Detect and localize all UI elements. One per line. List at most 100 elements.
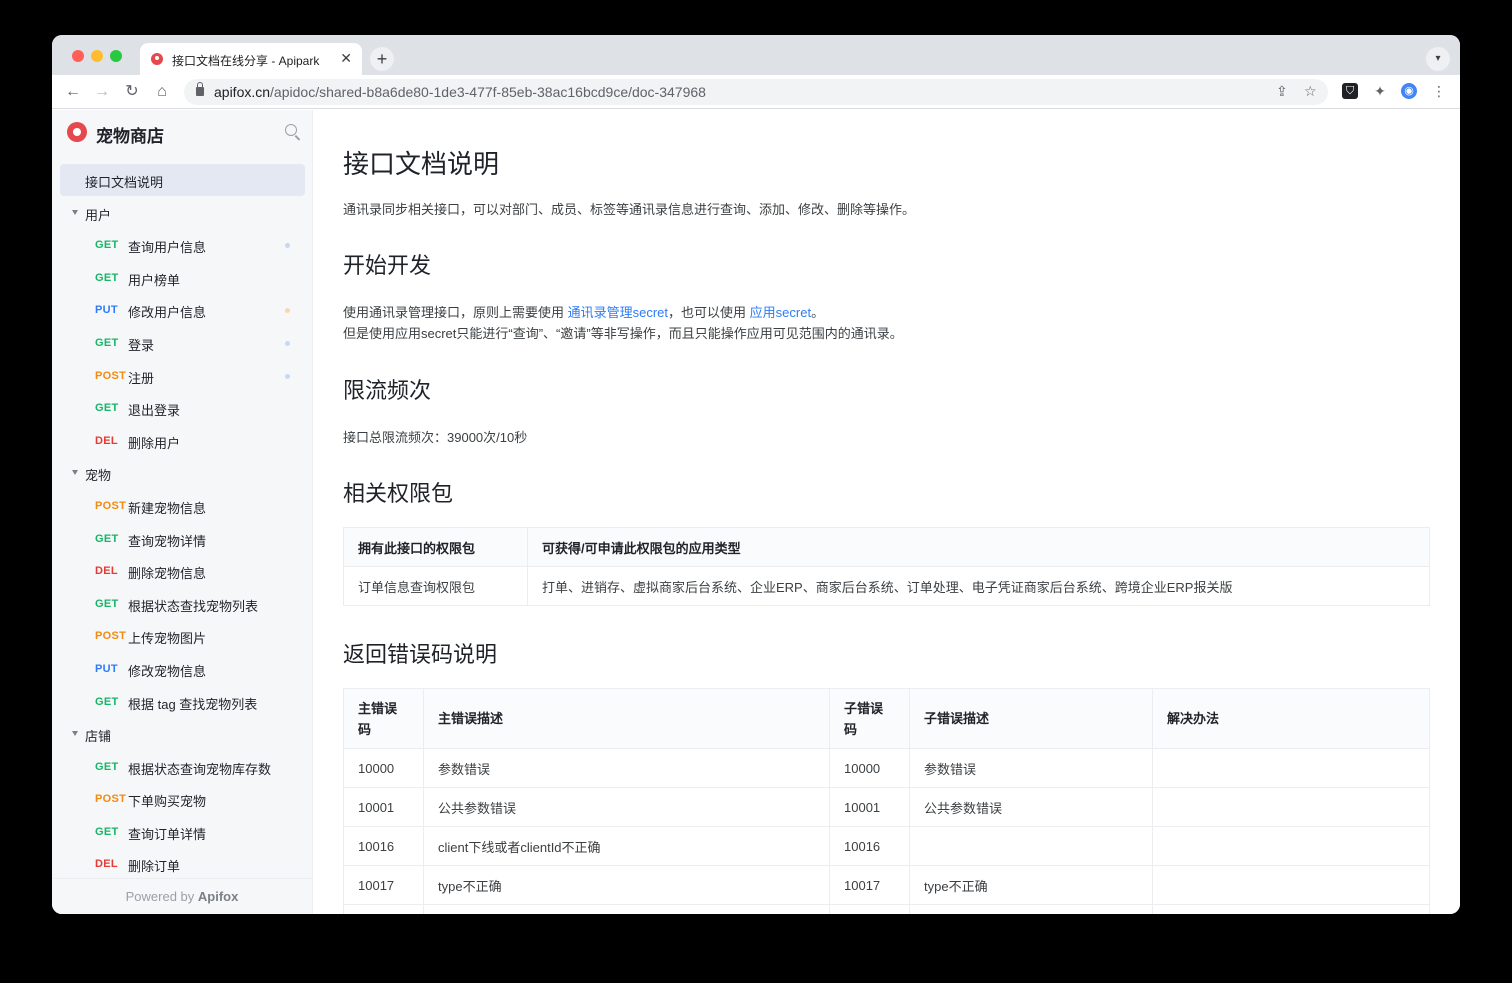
http-method-badge: POST: [95, 630, 127, 643]
sidebar-item-endpoint[interactable]: DEL 删除宠物信息: [52, 555, 312, 588]
section-title-error-codes: 返回错误码说明: [343, 642, 498, 667]
sidebar-group-0[interactable]: 用户: [52, 197, 312, 230]
sidebar-item-label: 删除宠物信息: [128, 566, 207, 582]
reload-icon[interactable]: ↻: [121, 81, 143, 103]
sidebar-item-endpoint[interactable]: GET 查询宠物详情: [52, 523, 312, 556]
section-title-start: 开始开发: [343, 253, 432, 278]
table-cell: [1152, 904, 1430, 914]
tab-close-icon[interactable]: ✕: [340, 50, 352, 67]
sidebar-group-1[interactable]: 宠物: [52, 457, 312, 490]
table-cell: 订单信息查询权限包: [343, 566, 528, 606]
sidebar-group-label: 宠物: [85, 468, 112, 484]
sidebar-item-doc-intro[interactable]: 接口文档说明: [52, 164, 312, 197]
share-icon[interactable]: ⇪: [1276, 83, 1288, 100]
table-header-cell: 子错误描述: [909, 688, 1153, 749]
secret-link-app[interactable]: 应用secret: [750, 305, 811, 320]
table-cell: type不正确: [909, 865, 1153, 905]
extension-shield-icon[interactable]: ⛉: [1342, 83, 1358, 99]
table-cell: 10000: [829, 748, 910, 788]
sidebar-item-endpoint[interactable]: POST 注册: [52, 360, 312, 393]
sidebar-item-endpoint[interactable]: POST 上传宠物图片: [52, 620, 312, 653]
sidebar-item-endpoint[interactable]: POST 下单购买宠物: [52, 783, 312, 816]
table-cell: type不正确: [423, 865, 830, 905]
address-bar[interactable]: apifox.cn/apidoc/shared-b8a6de80-1de3-47…: [184, 79, 1328, 105]
table-cell: [1152, 865, 1430, 905]
sidebar-item-endpoint[interactable]: PUT 修改宠物信息: [52, 653, 312, 686]
close-window-button[interactable]: [72, 50, 84, 62]
sidebar-item-endpoint[interactable]: GET 根据 tag 查找宠物列表: [52, 686, 312, 719]
doc-sidebar: 宠物商店 接口文档说明 用户 GET 查询用户信息 GET 用户榜单 PUT 修改用户信息 G…: [52, 110, 313, 914]
profile-avatar-icon[interactable]: ◉: [1401, 83, 1417, 99]
table-cell: [423, 904, 830, 914]
project-name: 宠物商店: [96, 127, 164, 146]
sidebar-item-label: 查询订单详情: [128, 826, 207, 842]
sidebar-item-endpoint[interactable]: GET 根据状态查询宠物库存数: [52, 751, 312, 784]
powered-by-footer[interactable]: Powered by Apifox: [52, 878, 312, 914]
http-method-badge: POST: [95, 499, 127, 512]
http-method-badge: POST: [95, 793, 127, 806]
table-cell: 10017: [829, 865, 910, 905]
table-cell: [343, 904, 424, 914]
sidebar-item-endpoint[interactable]: GET 查询订单详情: [52, 816, 312, 849]
table-row: 10017 type不正确 10017 type不正确: [343, 865, 1430, 905]
sidebar-item-label: 注册: [128, 370, 155, 386]
secret-link-contacts[interactable]: 通讯录管理secret: [568, 305, 668, 320]
tab-search-button[interactable]: ▾: [1426, 47, 1450, 71]
new-tab-button[interactable]: +: [370, 47, 394, 71]
page-title: 接口文档说明: [343, 149, 500, 179]
start-paragraph-line2: 但是使用应用secret只能进行“查询”、“邀请”等非写操作，而且只能操作应用可…: [343, 326, 903, 341]
sidebar-item-endpoint[interactable]: GET 退出登录: [52, 392, 312, 425]
table-cell: 10016: [343, 826, 424, 866]
error-code-table: 主错误码 主错误描述 子错误码 子错误描述 解决办法 10000 参数错误 10000 参数错…: [343, 688, 1430, 914]
back-arrow-icon[interactable]: ←: [62, 81, 84, 103]
zoom-window-button[interactable]: [110, 50, 122, 62]
sidebar-item-endpoint[interactable]: POST 新建宠物信息: [52, 490, 312, 523]
sidebar-item-endpoint[interactable]: GET 用户榜单: [52, 262, 312, 295]
table-cell: 10001: [829, 787, 910, 827]
start-paragraph-line1: 使用通讯录管理接口，原则上需要使用 通讯录管理secret，也可以使用 应用se…: [343, 305, 825, 320]
sidebar-item-endpoint[interactable]: DEL 删除订单: [52, 848, 312, 881]
table-cell: 公共参数错误: [909, 787, 1153, 827]
url-text[interactable]: apifox.cn/apidoc/shared-b8a6de80-1de3-47…: [214, 84, 706, 100]
table-row: 订单信息查询权限包 打单、进销存、虚拟商家后台系统、企业ERP、商家后台系统、订单…: [343, 566, 1430, 606]
more-menu-icon[interactable]: ⋮: [1431, 83, 1447, 99]
sidebar-item-label: 新建宠物信息: [128, 500, 207, 516]
http-method-badge: GET: [95, 402, 119, 415]
intro-text: 通讯录同步相关接口，可以对部门、成员、标签等通讯录信息进行查询、添加、修改、删除…: [343, 202, 916, 217]
browser-toolbar: ← → ↻ ⌂ apifox.cn/apidoc/shared-b8a6de80…: [52, 75, 1460, 109]
table-header-cell: 主错误码: [343, 688, 424, 749]
bookmark-star-icon[interactable]: ☆: [1304, 83, 1317, 100]
sidebar-item-label: 上传宠物图片: [128, 631, 207, 647]
table-header-cell: 拥有此接口的权限包: [343, 527, 528, 567]
sidebar-item-label: 修改用户信息: [128, 305, 207, 321]
home-icon[interactable]: ⌂: [151, 81, 173, 103]
forward-arrow-icon[interactable]: →: [91, 81, 113, 103]
sidebar-item-endpoint[interactable]: GET 根据状态查找宠物列表: [52, 588, 312, 621]
search-icon[interactable]: [285, 124, 297, 136]
permission-table: 拥有此接口的权限包 可获得/可申请此权限包的应用类型 订单信息查询权限包 打单、进销…: [343, 527, 1430, 606]
table-cell: 10000: [343, 748, 424, 788]
http-method-badge: DEL: [95, 434, 118, 447]
http-method-badge: DEL: [95, 565, 118, 578]
sidebar-item-endpoint[interactable]: DEL 删除用户: [52, 425, 312, 458]
caret-down-icon: [72, 470, 78, 476]
browser-tab[interactable]: 接口文档在线分享 - Apipark ✕: [140, 43, 362, 75]
http-method-badge: GET: [95, 271, 119, 284]
sidebar-item-endpoint[interactable]: PUT 修改用户信息: [52, 294, 312, 327]
sidebar-item-endpoint[interactable]: GET 登录: [52, 327, 312, 360]
table-cell: 10017: [343, 865, 424, 905]
sidebar-item-endpoint[interactable]: GET 查询用户信息: [52, 229, 312, 262]
sidebar-item-label: 删除用户: [128, 435, 181, 451]
lock-icon[interactable]: [196, 82, 204, 96]
http-method-badge: GET: [95, 695, 119, 708]
extensions-puzzle-icon[interactable]: ✦: [1372, 83, 1388, 99]
status-dot-icon: [285, 340, 290, 346]
http-method-badge: GET: [95, 336, 119, 349]
sidebar-group-2[interactable]: 店铺: [52, 718, 312, 751]
sidebar-item-label: 下单购买宠物: [128, 794, 207, 810]
table-header-cell: 子错误码: [829, 688, 910, 749]
table-header-cell: 可获得/可申请此权限包的应用类型: [527, 527, 1430, 567]
minimize-window-button[interactable]: [91, 50, 103, 62]
status-dot-icon: [285, 308, 290, 314]
sidebar-group-label: 用户: [85, 207, 112, 223]
